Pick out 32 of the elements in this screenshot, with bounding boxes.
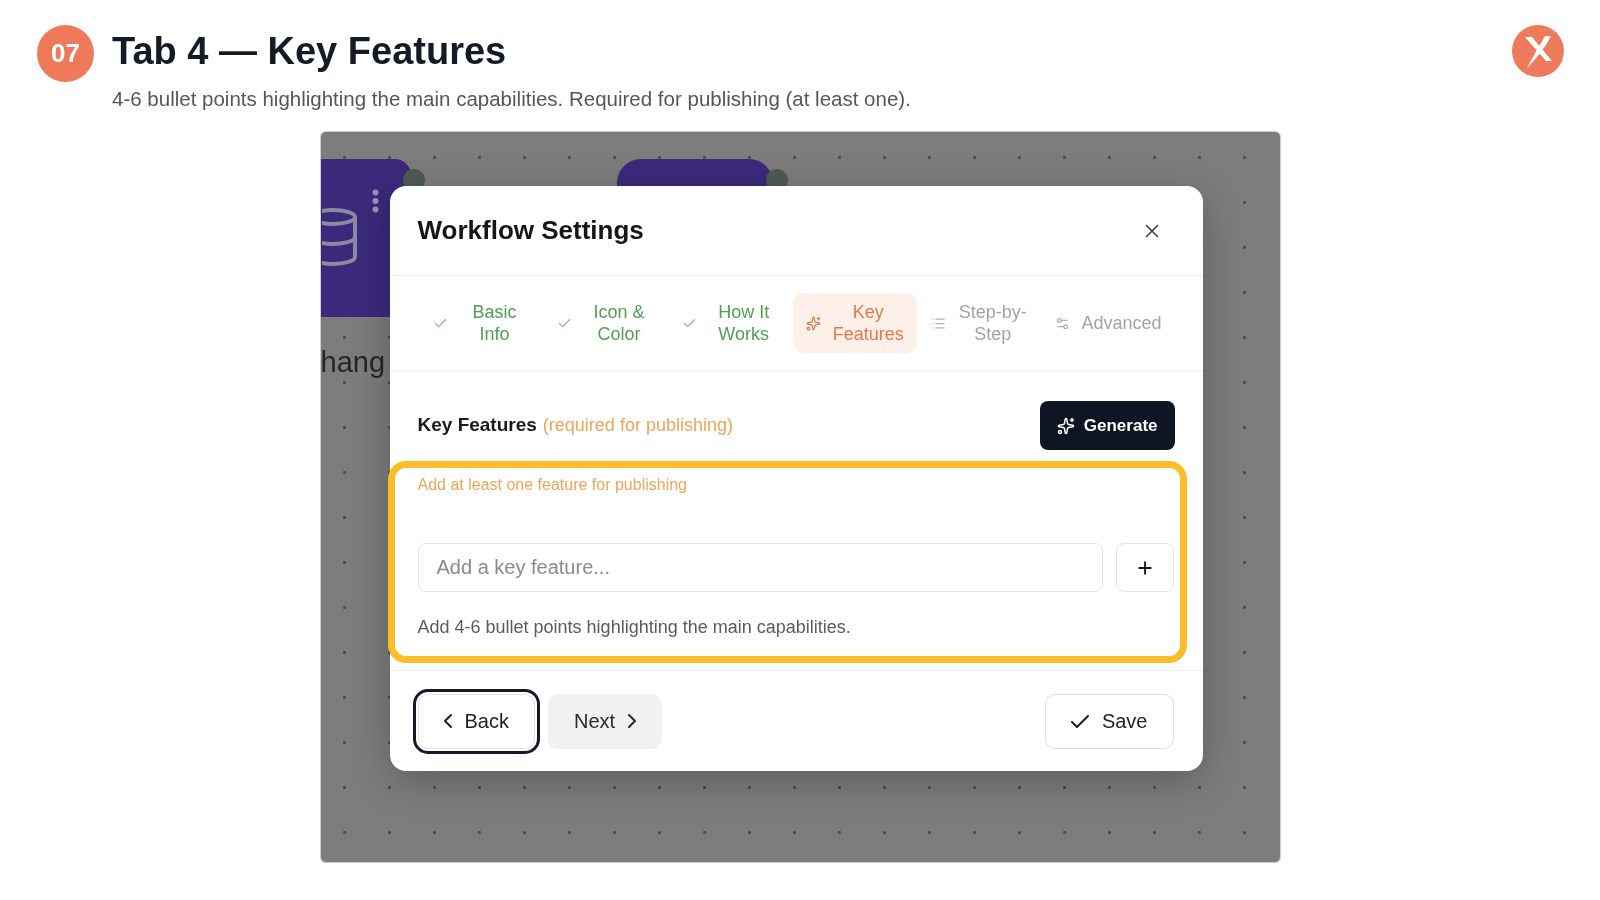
warning-text: Add at least one feature for publishing (417, 475, 687, 495)
settings-tab[interactable]: Basic Info (419, 293, 544, 353)
node-handle (765, 169, 788, 186)
settings-tab[interactable]: Icon & Color (544, 293, 669, 353)
generate-button[interactable]: Generate (1039, 401, 1175, 450)
node-label: hang (320, 345, 385, 379)
check-icon (1070, 714, 1089, 728)
slide-title: Tab 4 — Key Features (112, 29, 507, 74)
list-icon (930, 315, 946, 331)
save-button[interactable]: Save (1044, 693, 1174, 749)
required-note: (required for publishing) (542, 414, 733, 438)
hint-text: Add 4-6 bullet points highlighting the main capabilities. (417, 616, 851, 639)
settings-tab[interactable]: Key Features (793, 293, 918, 353)
database-icon (321, 208, 358, 266)
chevron-right-icon (628, 714, 637, 728)
step-number: 07 (37, 25, 94, 82)
section-title: Key Features (417, 413, 537, 438)
node-handle (402, 169, 425, 186)
settings-tab[interactable]: How It Works (668, 293, 793, 353)
settings-tab[interactable]: Advanced (1042, 304, 1175, 342)
more-icon (371, 189, 379, 213)
back-button[interactable]: Back (412, 688, 540, 754)
next-button[interactable]: Next (547, 693, 663, 749)
chevron-left-icon (443, 714, 452, 728)
sliders-icon (1055, 315, 1071, 331)
sparkle-icon (1056, 416, 1075, 435)
settings-tab[interactable]: Step-by-Step (917, 293, 1042, 353)
feature-input[interactable]: Add a key feature... (417, 543, 1103, 592)
dialog-title: Workflow Settings (417, 214, 644, 247)
slide-subtitle: 4-6 bullet points highlighting the main capabilities. Required for publishing (at least one). (112, 86, 911, 111)
sparkle-icon (806, 315, 822, 331)
logo-icon (1512, 25, 1564, 77)
